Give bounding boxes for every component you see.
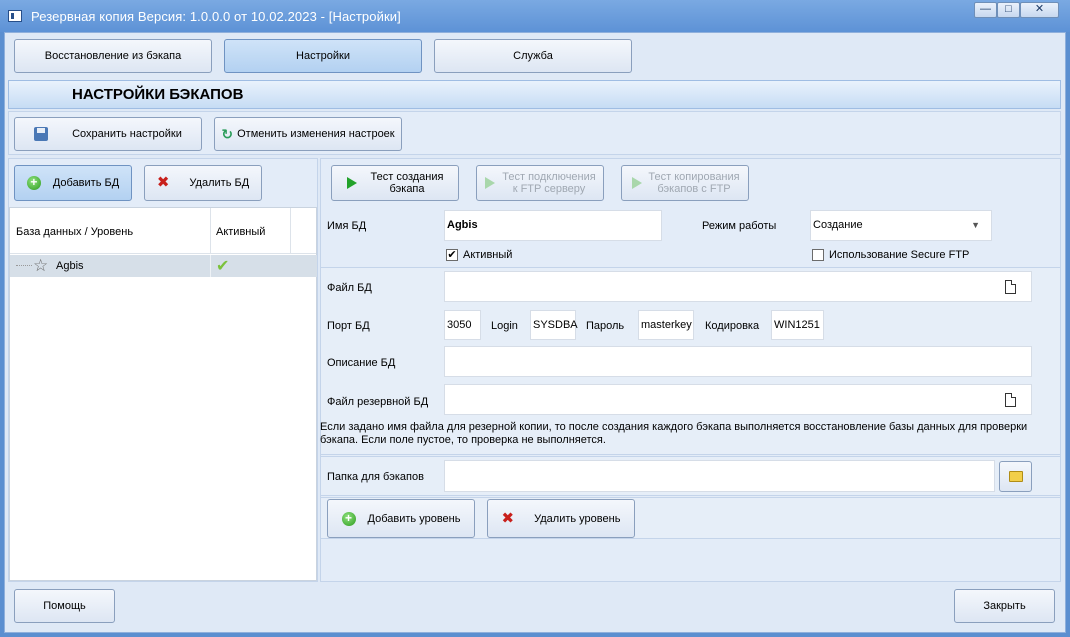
- column-header-active[interactable]: Активный: [216, 226, 265, 238]
- test-ftp-copy-button[interactable]: Тест копирования бэкапов с FTP: [621, 165, 749, 201]
- backup-file-label: Файл резервной БД: [327, 396, 429, 408]
- db-table: База данных / Уровень Активный ☆ Agbis ✔: [9, 207, 317, 581]
- close-button[interactable]: Закрыть: [954, 589, 1055, 623]
- description-label: Описание БД: [327, 357, 396, 369]
- delete-level-label: Удалить уровень: [534, 512, 621, 525]
- test-create-label: Тест создания бэкапа: [370, 171, 444, 195]
- db-name-input[interactable]: Agbis: [444, 210, 662, 241]
- revert-settings-label: Отменить изменения настроек: [237, 128, 395, 140]
- add-level-button[interactable]: + Добавить уровень: [327, 499, 475, 538]
- secure-ftp-label: Использование Secure FTP: [829, 249, 970, 261]
- add-icon: +: [26, 176, 41, 190]
- play-icon: [485, 177, 495, 189]
- table-header: База данных / Уровень Активный: [10, 208, 316, 254]
- delete-icon: ✖: [501, 509, 515, 527]
- folder-input[interactable]: [444, 460, 995, 492]
- login-input[interactable]: SYSDBA: [530, 310, 578, 340]
- secure-ftp-checkbox[interactable]: [812, 249, 824, 261]
- delete-db-button[interactable]: ✖ Удалить БД: [144, 165, 262, 201]
- delete-level-button[interactable]: ✖ Удалить уровень: [487, 499, 635, 538]
- test-create-button[interactable]: Тест создания бэкапа: [331, 165, 459, 201]
- title-bar: Резервная копия Версия: 1.0.0.0 от 10.02…: [0, 0, 1070, 32]
- db-file-input[interactable]: [444, 271, 1032, 302]
- delete-icon: ✖: [156, 174, 170, 191]
- browse-file-icon[interactable]: [1005, 280, 1016, 294]
- browse-file-icon[interactable]: [1005, 393, 1016, 407]
- hint-text-line2: бэкапа. Если поле пустое, то проверка не…: [320, 434, 606, 446]
- table-row[interactable]: ☆ Agbis ✔: [10, 255, 317, 277]
- minimize-button[interactable]: —: [974, 2, 997, 18]
- db-name-label: Имя БД: [327, 220, 367, 232]
- play-icon: [632, 177, 642, 189]
- db-file-label: Файл БД: [327, 282, 372, 294]
- save-settings-button[interactable]: Сохранить настройки: [14, 117, 202, 151]
- footer-panel: [8, 583, 1061, 631]
- maximize-button[interactable]: □: [997, 2, 1020, 18]
- window-title: Резервная копия Версия: 1.0.0.0 от 10.02…: [31, 9, 401, 24]
- password-label: Пароль: [586, 320, 625, 332]
- mode-label: Режим работы: [702, 220, 777, 232]
- add-level-label: Добавить уровень: [367, 512, 461, 525]
- folder-icon: [1008, 471, 1023, 482]
- mode-select[interactable]: Создание ▼: [810, 210, 992, 241]
- password-input[interactable]: masterkey: [638, 310, 694, 340]
- backup-file-input[interactable]: [444, 384, 1032, 415]
- description-input[interactable]: [444, 346, 1032, 377]
- dropdown-arrow-icon: ▼: [971, 220, 980, 230]
- active-checkbox[interactable]: ✔: [446, 249, 458, 261]
- close-icon: ✕: [1034, 3, 1045, 15]
- encoding-input[interactable]: WIN1251: [771, 310, 824, 340]
- port-input[interactable]: 3050: [444, 310, 481, 340]
- tab-settings[interactable]: Настройки: [224, 39, 422, 73]
- help-button[interactable]: Помощь: [14, 589, 115, 623]
- mode-select-value: Создание: [813, 219, 863, 231]
- add-db-label: Добавить БД: [52, 177, 120, 189]
- app-icon: [8, 10, 22, 22]
- folder-label: Папка для бэкапов: [327, 471, 424, 483]
- hint-text-line1: Если задано имя файла для резерной копии…: [320, 421, 1028, 433]
- save-settings-label: Сохранить настройки: [72, 128, 182, 140]
- section-title: НАСТРОЙКИ БЭКАПОВ: [8, 80, 1061, 109]
- delete-db-label: Удалить БД: [189, 177, 250, 189]
- active-checkbox-label: Активный: [463, 249, 513, 261]
- revert-arrows-icon: ↻: [221, 125, 234, 142]
- test-ftp-connect-button[interactable]: Тест подключения к FTP серверу: [476, 165, 604, 201]
- floppy-disk-icon: [34, 127, 49, 141]
- checkmark-icon: ✔: [216, 258, 230, 275]
- login-label: Login: [491, 320, 518, 332]
- browse-folder-button[interactable]: [999, 461, 1032, 492]
- test-ftp-copy-label: Тест копирования бэкапов с FTP: [648, 171, 740, 195]
- star-icon: ☆: [33, 256, 49, 275]
- test-ftp-connect-label: Тест подключения к FTP серверу: [502, 171, 596, 195]
- tab-service[interactable]: Служба: [434, 39, 632, 73]
- column-header-db[interactable]: База данных / Уровень: [16, 226, 133, 238]
- add-icon: +: [341, 511, 356, 526]
- tab-restore[interactable]: Восстановление из бэкапа: [14, 39, 212, 73]
- add-db-button[interactable]: + Добавить БД: [14, 165, 132, 201]
- play-icon: [347, 177, 357, 189]
- encoding-label: Кодировка: [705, 320, 760, 332]
- port-label: Порт БД: [327, 320, 370, 332]
- revert-settings-button[interactable]: ↻ Отменить изменения настроек: [214, 117, 402, 151]
- close-window-button[interactable]: ✕: [1020, 2, 1059, 18]
- row-db-name: Agbis: [56, 260, 84, 272]
